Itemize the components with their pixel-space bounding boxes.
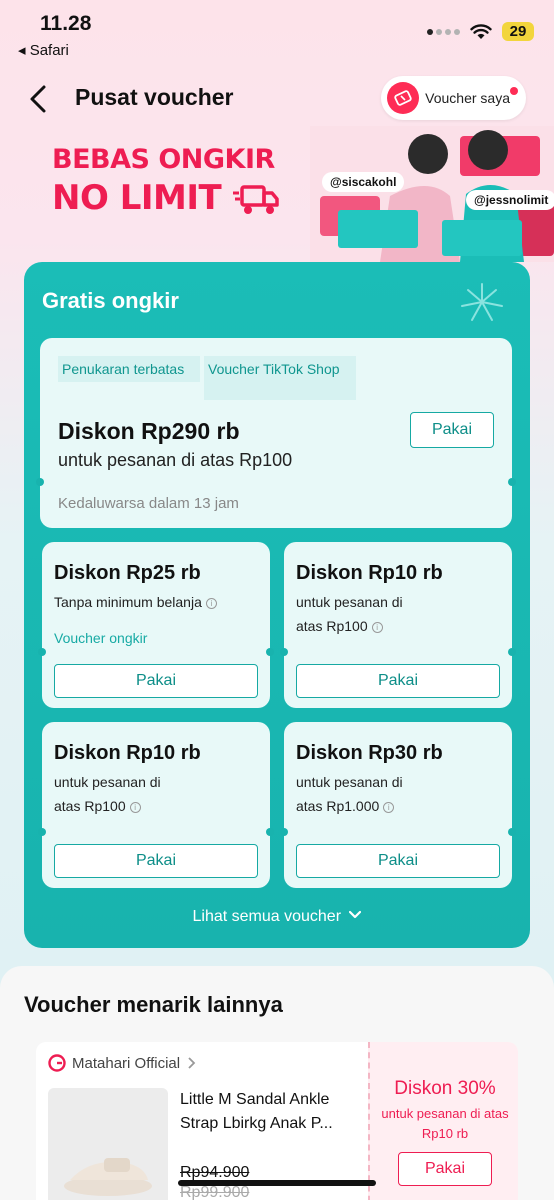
voucher-condition: untuk pesanan di atas Rp1.000 i — [296, 770, 476, 818]
product-voucher-card[interactable]: Matahari Official Little M Sandal Ankle … — [36, 1042, 518, 1200]
voucher-card: Diskon Rp25 rb Tanpa minimum belanja i Vo… — [38, 542, 274, 708]
featured-use-button[interactable]: Pakai — [410, 412, 494, 448]
back-to-safari-link[interactable]: ◂ Safari — [18, 41, 69, 59]
status-bar: 11.28 ◂ Safari 29 — [0, 0, 554, 64]
product-name[interactable]: Little M Sandal Ankle Strap Lbirkg Anak … — [180, 1088, 360, 1136]
chevron-down-icon — [349, 910, 362, 919]
info-icon[interactable]: i — [371, 622, 383, 633]
creator-handle-2: @jessnolimit — [466, 190, 554, 210]
ticket-notch — [508, 828, 516, 836]
voucher-condition: untuk pesanan di atas Rp100 i — [296, 590, 476, 638]
voucher-condition-text: untuk pesanan di — [296, 774, 403, 790]
product-original-price: Rp99.900 — [180, 1184, 250, 1200]
other-vouchers-title: Voucher menarik lainnya — [24, 992, 283, 1017]
free-shipping-title: Gratis ongkir — [42, 288, 179, 313]
voucher-condition-text: atas Rp100 — [296, 618, 368, 634]
voucher-card: Diskon Rp10 rb untuk pesanan di atas Rp1… — [38, 722, 274, 888]
shop-link[interactable]: Matahari Official — [48, 1054, 196, 1072]
free-shipping-panel: Gratis ongkir Penukaran terbatas Voucher… — [24, 262, 530, 948]
featured-voucher-card: Penukaran terbatas Voucher TikTok Shop D… — [36, 338, 516, 528]
my-voucher-label: Voucher saya — [425, 90, 510, 106]
voucher-title: Diskon Rp10 rb — [296, 562, 443, 584]
ticket-notch — [38, 648, 46, 656]
tiktok-shop-voucher-tag: Voucher TikTok Shop — [204, 356, 356, 400]
delivery-truck-icon — [233, 185, 279, 214]
see-all-vouchers-link[interactable]: Lihat semua voucher — [24, 908, 530, 926]
my-voucher-button[interactable]: Voucher saya — [381, 76, 526, 120]
ticket-notch — [266, 648, 274, 656]
info-icon[interactable]: i — [129, 802, 141, 813]
voucher-condition: untuk pesanan di atas Rp100 i — [54, 770, 234, 818]
battery-indicator: 29 — [502, 22, 534, 41]
voucher-condition-text: untuk pesanan di — [54, 774, 161, 790]
page-header: Pusat voucher Voucher saya — [0, 74, 554, 124]
voucher-type-link[interactable]: Voucher ongkir — [54, 630, 147, 646]
home-indicator[interactable] — [178, 1180, 376, 1186]
status-time: 11.28 — [40, 12, 92, 35]
voucher-condition: Tanpa minimum belanja i — [54, 590, 234, 614]
voucher-title: Diskon Rp10 rb — [54, 742, 201, 764]
voucher-card: Diskon Rp10 rb untuk pesanan di atas Rp1… — [280, 542, 516, 708]
use-discount-button[interactable]: Pakai — [398, 1152, 492, 1186]
ticket-notch — [266, 828, 274, 836]
info-icon[interactable]: i — [383, 802, 395, 813]
chevron-right-icon — [188, 1057, 196, 1069]
page-title: Pusat voucher — [75, 84, 234, 110]
use-voucher-button[interactable]: Pakai — [54, 844, 258, 878]
voucher-condition-text: untuk pesanan di — [296, 594, 403, 610]
voucher-condition-text: atas Rp1.000 — [296, 798, 380, 814]
voucher-title: Diskon Rp25 rb — [54, 562, 201, 584]
cellular-signal-icon — [427, 28, 460, 35]
ticket-notch — [280, 648, 288, 656]
notification-dot — [510, 87, 518, 95]
featured-voucher-condition: untuk pesanan di atas Rp100 — [58, 450, 293, 470]
matahari-logo-icon — [48, 1054, 66, 1072]
other-vouchers-section: Voucher menarik lainnya Matahari Officia… — [0, 966, 554, 1200]
ticket-notch — [280, 828, 288, 836]
firework-decoration-icon — [461, 283, 503, 321]
ticket-notch — [508, 478, 516, 486]
voucher-title: Diskon Rp30 rb — [296, 742, 443, 764]
info-icon[interactable]: i — [205, 598, 217, 609]
wifi-icon — [470, 23, 492, 39]
discount-title: Diskon 30% — [394, 1078, 496, 1099]
use-voucher-button[interactable]: Pakai — [296, 844, 500, 878]
banner-headline-2: NO LIMIT — [52, 178, 222, 218]
banner-headline-1: BEBAS ONGKIR — [52, 144, 275, 175]
discount-voucher-panel: Diskon 30% untuk pesanan di atas Rp10 rb… — [368, 1042, 518, 1200]
use-voucher-button[interactable]: Pakai — [296, 664, 500, 698]
shop-name: Matahari Official — [72, 1054, 181, 1072]
ticket-notch — [36, 478, 44, 486]
product-image[interactable] — [48, 1088, 168, 1200]
limited-redemption-tag: Penukaran terbatas — [58, 356, 200, 382]
voucher-card: Diskon Rp30 rb untuk pesanan di atas Rp1… — [280, 722, 516, 888]
back-arrow-icon[interactable] — [24, 82, 54, 116]
ticket-icon — [387, 82, 420, 114]
voucher-condition-text: atas Rp100 — [54, 798, 126, 814]
use-voucher-button[interactable]: Pakai — [54, 664, 258, 698]
sandal-image — [64, 1158, 152, 1196]
featured-voucher-expiry: Kedaluwarsa dalam 13 jam — [58, 495, 239, 512]
featured-voucher-title: Diskon Rp290 rb — [58, 418, 240, 444]
ticket-notch — [508, 648, 516, 656]
status-indicators: 29 — [427, 22, 534, 41]
creator-handle-1: @siscakohl — [322, 172, 405, 192]
voucher-condition-text: Tanpa minimum belanja — [54, 594, 202, 610]
discount-condition: untuk pesanan di atas Rp10 rb — [381, 1106, 509, 1141]
see-all-label: Lihat semua voucher — [192, 908, 342, 925]
ticket-notch — [38, 828, 46, 836]
promo-banner[interactable]: BEBAS ONGKIR NO LIMIT @siscakohl @jessno… — [0, 126, 554, 266]
